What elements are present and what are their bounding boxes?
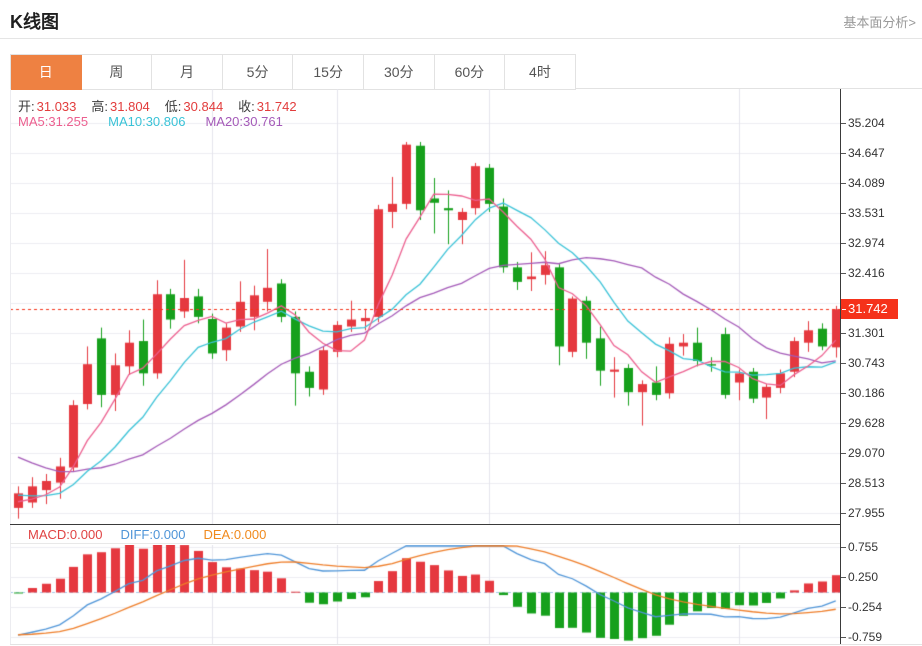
legend-label: MACD:: [28, 527, 70, 542]
chart-left-border: [10, 89, 11, 645]
legend-label: MA10:: [108, 114, 146, 129]
legend-value: 0.000: [153, 527, 186, 542]
price-tick-label: 29.070: [848, 445, 885, 461]
legend-value: 31.255: [48, 114, 88, 129]
price-tick-label: 34.089: [848, 175, 885, 191]
legend-value: 0.000: [70, 527, 103, 542]
macd-tick-label: -0.759: [848, 629, 882, 645]
legend-item: 收:31.742: [238, 99, 311, 114]
macd-tick-label: 0.250: [848, 569, 878, 585]
legend-item: MA10:30.806: [108, 114, 185, 129]
legend-value: 30.761: [243, 114, 283, 129]
price-tick-label: 32.974: [848, 235, 885, 251]
candlestick-chart-canvas[interactable]: [10, 89, 840, 524]
tab-15分[interactable]: 15分: [293, 55, 364, 90]
legend-label: 高:: [91, 99, 108, 114]
macd-panel-divider: [10, 543, 841, 544]
timeframe-tabbar: 日周月5分15分30分60分4时: [10, 54, 576, 90]
tab-60分[interactable]: 60分: [435, 55, 506, 90]
legend-value: 31.033: [37, 99, 77, 114]
fundamental-analysis-link[interactable]: 基本面分析>: [843, 12, 916, 31]
ma-legend: MA5:31.255 MA10:30.806 MA20:30.761: [18, 114, 303, 129]
price-tick-label: 34.647: [848, 145, 885, 161]
page-title: K线图: [10, 8, 59, 34]
legend-item: MA20:30.761: [205, 114, 282, 129]
legend-label: DEA:: [203, 527, 233, 542]
price-tick-label: 32.416: [848, 265, 885, 281]
tab-4时[interactable]: 4时: [505, 55, 576, 90]
macd-tick-label: -0.254: [848, 599, 882, 615]
legend-item: DIFF:0.000: [120, 527, 185, 542]
tab-日[interactable]: 日: [11, 55, 82, 90]
legend-label: MA5:: [18, 114, 48, 129]
legend-value: 31.742: [257, 99, 297, 114]
legend-label: DIFF:: [120, 527, 153, 542]
legend-value: 0.000: [234, 527, 267, 542]
main-chart-bottom-border: [10, 524, 841, 525]
price-tick-label: 35.204: [848, 115, 885, 131]
legend-label: MA20:: [205, 114, 243, 129]
macd-chart-canvas[interactable]: [10, 545, 840, 645]
price-tick-label: 33.531: [848, 205, 885, 221]
price-tick-label: 27.955: [848, 505, 885, 521]
legend-value: 30.806: [146, 114, 186, 129]
tab-周[interactable]: 周: [82, 55, 153, 90]
tab-5分[interactable]: 5分: [223, 55, 294, 90]
price-tick-label: 31.301: [848, 325, 885, 341]
tab-月[interactable]: 月: [152, 55, 223, 90]
legend-label: 开:: [18, 99, 35, 114]
price-tick-label: 30.186: [848, 385, 885, 401]
legend-item: 高:31.804: [91, 99, 164, 114]
macd-legend: MACD:0.000DIFF:0.000DEA:0.000: [28, 527, 284, 542]
legend-item: MACD:0.000: [28, 527, 102, 542]
price-tick-label: 30.743: [848, 355, 885, 371]
current-price-badge: 31.742: [841, 299, 898, 319]
ohlc-readout: 开:31.033高:31.804低:30.844收:31.742: [18, 96, 312, 115]
price-tick-label: 28.513: [848, 475, 885, 491]
price-tick-label: 29.628: [848, 415, 885, 431]
price-axis-line: [840, 89, 841, 645]
legend-label: 低:: [165, 99, 182, 114]
title-divider: [0, 38, 922, 39]
legend-value: 31.804: [110, 99, 150, 114]
kline-widget: K线图 基本面分析> 日周月5分15分30分60分4时 开:31.033高:31…: [0, 0, 922, 646]
chart-bottom-border: [10, 644, 922, 645]
legend-item: 开:31.033: [18, 99, 91, 114]
legend-item: DEA:0.000: [203, 527, 266, 542]
legend-label: 收:: [238, 99, 255, 114]
legend-item: MA5:31.255: [18, 114, 88, 129]
macd-tick-label: 0.755: [848, 539, 878, 555]
legend-item: 低:30.844: [165, 99, 238, 114]
tab-30分[interactable]: 30分: [364, 55, 435, 90]
legend-value: 30.844: [183, 99, 223, 114]
